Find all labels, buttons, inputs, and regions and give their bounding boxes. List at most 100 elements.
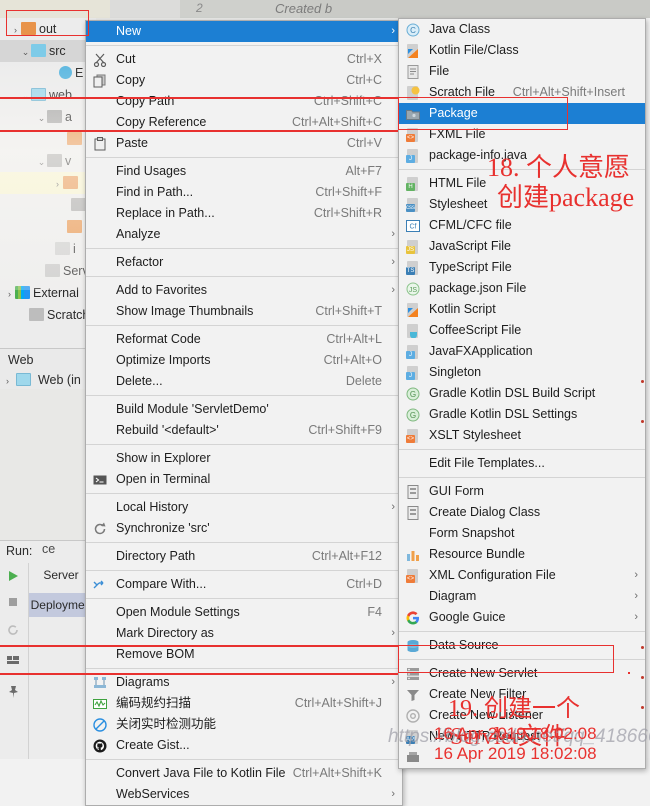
ctx-copy-path[interactable]: Copy Path Ctrl+Shift+C (86, 91, 402, 112)
new-stylesheet[interactable]: css Stylesheet (399, 194, 645, 215)
tree-node-external[interactable]: › External (0, 282, 96, 304)
new-package-json-file[interactable]: JS package.json File (399, 278, 645, 299)
new-submenu[interactable]: C Java Class Kotlin File/Class File Scratch … (398, 18, 646, 769)
new-xslt-stylesheet[interactable]: <> XSLT Stylesheet (399, 425, 645, 446)
tab-deployment[interactable]: Deploymen (29, 593, 93, 617)
ctx-optimize-imports[interactable]: Optimize Imports Ctrl+Alt+O (86, 350, 402, 371)
ctx-build-module-servletdemo[interactable]: Build Module 'ServletDemo' (86, 399, 402, 420)
tree-node-serv[interactable]: Serv (0, 260, 96, 282)
tree-node-v[interactable]: ⌄ v (0, 150, 96, 172)
ctx-open-module-settings[interactable]: Open Module Settings F4 (86, 602, 402, 623)
ctx-find-in-path[interactable]: Find in Path... Ctrl+Shift+F (86, 182, 402, 203)
new-create-new-filter[interactable]: Create New Filter (399, 684, 645, 705)
chevron-right-icon[interactable]: › (52, 173, 63, 194)
ctx-delete[interactable]: Delete... Delete (86, 371, 402, 392)
new-kotlin-script[interactable]: Kotlin Script (399, 299, 645, 320)
new-gradle-kotlin-dsl-settings[interactable]: G Gradle Kotlin DSL Settings (399, 404, 645, 425)
chevron-down-icon[interactable]: ⌄ (36, 151, 47, 172)
new-html-file[interactable]: H HTML File (399, 173, 645, 194)
tree-node-item-8[interactable] (0, 194, 96, 216)
new-java-class[interactable]: C Java Class (399, 19, 645, 40)
ctx-remove-bom[interactable]: Remove BOM (86, 644, 402, 665)
new-gradle-kotlin-dsl-build-script[interactable]: G Gradle Kotlin DSL Build Script (399, 383, 645, 404)
ctx-compare-with[interactable]: Compare With... Ctrl+D (86, 574, 402, 595)
tree-node-src[interactable]: ⌄ src (0, 40, 96, 62)
new-typescript-file[interactable]: TS TypeScript File (399, 257, 645, 278)
tree-node-a[interactable]: ⌄ a (0, 106, 96, 128)
tree-node-web[interactable]: ⌄ web (0, 84, 96, 106)
new-javafxapplication[interactable]: J JavaFXApplication (399, 341, 645, 362)
new-package[interactable]: Package (399, 103, 645, 124)
new-create-dialog-class[interactable]: Create Dialog Class (399, 502, 645, 523)
ctx-mark-directory-as[interactable]: Mark Directory as › (86, 623, 402, 644)
ctx-add-to-favorites[interactable]: Add to Favorites › (86, 280, 402, 301)
layout-icon[interactable] (6, 653, 20, 667)
ctx-cut[interactable]: Cut Ctrl+X (86, 49, 402, 70)
ctx-new[interactable]: New › (86, 21, 402, 42)
new-new-http-request[interactable]: API New HTTP Request (399, 726, 645, 747)
new-cfml-cfc-file[interactable]: Cf CFML/CFC file (399, 215, 645, 236)
ctx-create-gist[interactable]: Create Gist... (86, 735, 402, 756)
project-context-menu[interactable]: New › Cut Ctrl+X Copy Ctrl+C Copy Path Ctrl+Shi… (85, 20, 403, 806)
new-data-source[interactable]: Data Source (399, 635, 645, 656)
new-javascript-file[interactable]: JS JavaScript File (399, 236, 645, 257)
project-tree[interactable]: › out ⌄ src E ⌄ web ⌄ a ⌄ v › i Serv › External Scratche (0, 18, 96, 348)
new-xml-configuration-file[interactable]: <> XML Configuration File › (399, 565, 645, 586)
chevron-right-icon[interactable]: › (10, 19, 21, 40)
ctx-directory-path[interactable]: Directory Path Ctrl+Alt+F12 (86, 546, 402, 567)
ctx-copy-reference[interactable]: Copy Reference Ctrl+Alt+Shift+C (86, 112, 402, 133)
chevron-right-icon[interactable]: › (4, 283, 15, 304)
new-fxml-file[interactable]: <> FXML File (399, 124, 645, 145)
tree-node-item-5[interactable] (0, 128, 96, 150)
run-icon[interactable] (6, 569, 20, 583)
new-file[interactable]: File (399, 61, 645, 82)
chevron-down-icon[interactable]: ⌄ (20, 85, 31, 106)
ctx-synchronize-src[interactable]: Synchronize 'src' (86, 518, 402, 539)
run-gutter-toolbar[interactable] (0, 563, 28, 759)
ctx-paste[interactable]: Paste Ctrl+V (86, 133, 402, 154)
tree-node-i[interactable]: i (0, 238, 96, 260)
ctx-replace-in-path[interactable]: Replace in Path... Ctrl+Shift+R (86, 203, 402, 224)
new-package-info-java[interactable]: Jpackage-info.java (399, 145, 645, 166)
new-form-snapshot[interactable]: Form Snapshot (399, 523, 645, 544)
new-singleton[interactable]: J Singleton (399, 362, 645, 383)
stop-icon[interactable] (6, 595, 20, 609)
new-kotlin-file-class[interactable]: Kotlin File/Class (399, 40, 645, 61)
new-resource-bundle[interactable]: Resource Bundle (399, 544, 645, 565)
new-create-new-servlet[interactable]: Create New Servlet (399, 663, 645, 684)
new-scratch-file[interactable]: Scratch File Ctrl+Alt+Shift+Insert (399, 82, 645, 103)
chevron-down-icon[interactable]: ⌄ (20, 41, 31, 62)
ctx-copy[interactable]: Copy Ctrl+C (86, 70, 402, 91)
ctx-local-history[interactable]: Local History › (86, 497, 402, 518)
ctx-reformat-code[interactable]: Reformat Code Ctrl+Alt+L (86, 329, 402, 350)
chevron-down-icon[interactable]: ⌄ (36, 107, 47, 128)
new-gui-form[interactable]: GUI Form (399, 481, 645, 502)
ctx-rebuild-default[interactable]: Rebuild '<default>' Ctrl+Shift+F9 (86, 420, 402, 441)
pin-icon[interactable] (6, 685, 20, 699)
run-configuration-tab[interactable]: ce (42, 542, 55, 556)
new-create-new-listener[interactable]: Create New Listener (399, 705, 645, 726)
web-panel-item[interactable]: › Web (in (2, 373, 81, 387)
ctx-convert-java-file-to-kotlin-file[interactable]: Convert Java File to Kotlin File Ctrl+Alt… (86, 763, 402, 784)
ctx-refactor[interactable]: Refactor › (86, 252, 402, 273)
tree-node-out[interactable]: › out (0, 18, 96, 40)
ctx-show-in-explorer[interactable]: Show in Explorer (86, 448, 402, 469)
tree-node-item-9[interactable] (0, 216, 96, 238)
ctx-编码规约扫描[interactable]: 编码规约扫描 Ctrl+Alt+Shift+J (86, 693, 402, 714)
run-side-tabs[interactable]: Server Deploymen (28, 563, 93, 759)
new-edit-file-templates[interactable]: Edit File Templates... (399, 453, 645, 474)
tree-node-item-7[interactable]: › (0, 172, 96, 194)
new-google-guice[interactable]: Google Guice › (399, 607, 645, 628)
ctx-open-in-terminal[interactable]: Open in Terminal (86, 469, 402, 490)
new-diagram[interactable]: Diagram › (399, 586, 645, 607)
rerun-icon[interactable] (6, 623, 20, 637)
tab-server[interactable]: Server (29, 563, 93, 587)
ctx-webservices[interactable]: WebServices › (86, 784, 402, 805)
tree-node-e[interactable]: E (0, 62, 96, 84)
ctx-关闭实时检测功能[interactable]: 关闭实时检测功能 (86, 714, 402, 735)
ctx-find-usages[interactable]: Find Usages Alt+F7 (86, 161, 402, 182)
tree-node-scratche[interactable]: Scratche (0, 304, 96, 326)
new-coffeescript-file[interactable]: CoffeeScript File (399, 320, 645, 341)
ctx-analyze[interactable]: Analyze › (86, 224, 402, 245)
ctx-diagrams[interactable]: Diagrams › (86, 672, 402, 693)
